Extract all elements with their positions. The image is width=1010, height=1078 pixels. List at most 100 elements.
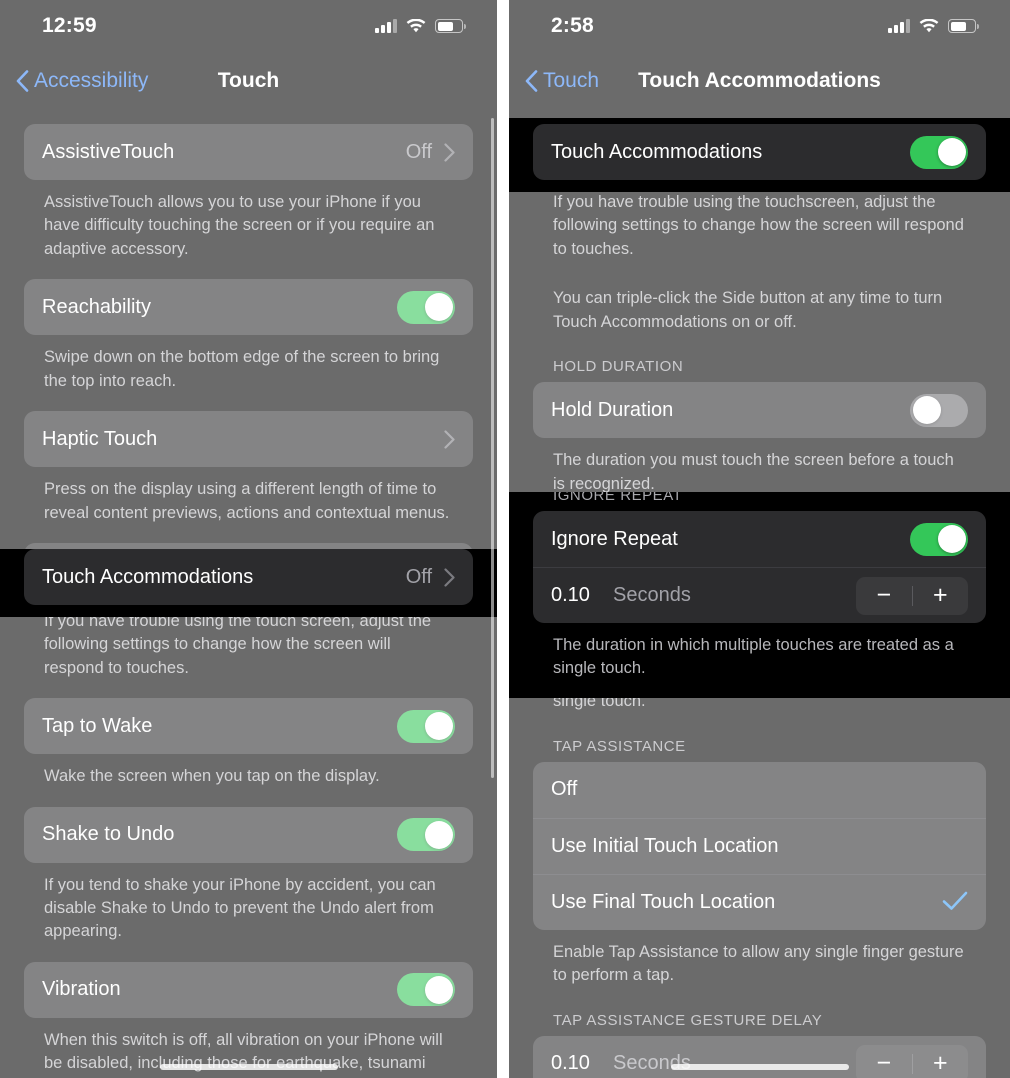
row-tap-assistance-off[interactable]: Off [533, 762, 986, 818]
wifi-icon [919, 18, 939, 34]
note-haptic-touch: Press on the display using a different l… [44, 480, 450, 522]
row-vibration[interactable]: Vibration [24, 962, 473, 1018]
group-header-tap-assistance: TAP ASSISTANCE [553, 737, 686, 755]
row-ignore-repeat-highlighted[interactable]: Ignore Repeat [533, 511, 986, 567]
cell-tap-assistance: Off Use Initial Touch Location Use Final… [533, 761, 986, 930]
row-touch-accommodations-master-highlighted[interactable]: Touch Accommodations [533, 124, 986, 180]
cell-tap-to-wake: Tap to Wake [24, 698, 473, 755]
cell-touch-accommodations-highlighted: Touch Accommodations Off [24, 549, 473, 605]
row-hold-duration[interactable]: Hold Duration [533, 382, 986, 438]
chevron-right-icon [444, 567, 455, 587]
status-clock: 2:58 [551, 14, 594, 37]
highlight-touch-accommodations-toggle: Touch Accommodations [509, 118, 1010, 192]
row-label: Shake to Undo [42, 823, 175, 846]
note-tap-assistance: Enable Tap Assistance to allow any singl… [553, 942, 964, 985]
row-label: Use Initial Touch Location [551, 834, 779, 857]
chevron-left-icon [525, 70, 538, 92]
comparison-screenshot: 12:59 Accessibility Touch AssistiveTouch… [0, 0, 1010, 1078]
row-label: AssistiveTouch [42, 140, 175, 163]
back-button-accessibility[interactable]: Accessibility [16, 69, 148, 93]
left-screen: 12:59 Accessibility Touch AssistiveTouch… [0, 0, 497, 1078]
note-reachability: Swipe down on the bottom edge of the scr… [44, 348, 440, 390]
cell-reachability: Reachability [24, 279, 473, 336]
cell-gesture-delay: 0.10 Seconds − + [533, 1035, 986, 1078]
left-nav-bar: Accessibility Touch [0, 52, 497, 110]
group-header-gesture-delay: TAP ASSISTANCE GESTURE DELAY [553, 1011, 823, 1029]
note-touch-accommodations-1: If you have trouble using the touchscree… [553, 193, 964, 258]
row-assistive-touch[interactable]: AssistiveTouch Off [24, 124, 473, 180]
toggle-shake-to-undo[interactable] [397, 818, 455, 852]
row-value: Off [405, 565, 432, 588]
back-button-label: Accessibility [34, 69, 149, 92]
chevron-left-icon [16, 70, 29, 92]
panel-gap [497, 0, 509, 1078]
back-button-touch[interactable]: Touch [525, 69, 599, 93]
row-tap-assistance-final[interactable]: Use Final Touch Location [533, 873, 986, 930]
chevron-right-icon [444, 430, 455, 449]
note-assistive-touch: AssistiveTouch allows you to use your iP… [44, 193, 435, 258]
toggle-tap-to-wake[interactable] [397, 709, 455, 743]
cell-assistive-touch: AssistiveTouch Off [24, 124, 473, 180]
toggle-vibration[interactable] [397, 973, 455, 1007]
back-button-label: Touch [543, 69, 600, 92]
note-tap-to-wake: Wake the screen when you tap on the disp… [44, 767, 380, 786]
row-shake-to-undo[interactable]: Shake to Undo [24, 807, 473, 863]
wifi-icon [406, 18, 426, 34]
row-label: Reachability [42, 295, 151, 318]
cell-ignore-repeat-highlighted: Ignore Repeat 0.10 Seconds − + [533, 511, 986, 623]
cell-hold-duration: Hold Duration [533, 382, 986, 439]
row-reachability[interactable]: Reachability [24, 279, 473, 335]
row-ignore-repeat-duration-highlighted: 0.10 Seconds − + [533, 567, 986, 623]
row-label: Tap to Wake [42, 714, 153, 737]
cell-shake-to-undo: Shake to Undo [24, 806, 473, 863]
status-clock: 12:59 [42, 14, 97, 37]
note-shake-to-undo: If you tend to shake your iPhone by acci… [44, 875, 436, 941]
ignore-repeat-number: 0.10 [551, 584, 590, 606]
stepper-ignore-repeat-highlighted[interactable]: − + [856, 576, 969, 615]
home-indicator [159, 1064, 338, 1070]
toggle-hold-duration[interactable] [910, 393, 968, 427]
row-label: Ignore Repeat [551, 527, 678, 550]
right-nav-bar: Touch Touch Accommodations [509, 52, 1010, 110]
note-touch-accommodations-2: You can triple-click the Side button at … [553, 289, 943, 331]
group-header-hold-duration: HOLD DURATION [553, 358, 684, 376]
home-indicator [670, 1064, 849, 1070]
row-label: Vibration [42, 978, 121, 1001]
row-touch-accommodations-highlighted[interactable]: Touch Accommodations Off [24, 549, 473, 605]
row-gesture-delay: 0.10 Seconds − + [533, 1036, 986, 1078]
minus-button[interactable]: − [856, 1045, 912, 1078]
toggle-touch-accommodations-highlighted[interactable] [910, 135, 968, 169]
battery-icon [948, 19, 979, 33]
highlight-touch-accommodations: Touch Accommodations Off [0, 549, 497, 617]
row-value: Off [405, 140, 432, 163]
gesture-delay-number: 0.10 [551, 1052, 590, 1075]
row-label: Use Final Touch Location [551, 890, 776, 913]
ignore-repeat-unit: Seconds [613, 584, 691, 606]
vertical-scrollbar[interactable] [491, 118, 494, 778]
row-haptic-touch[interactable]: Haptic Touch [24, 411, 473, 467]
toggle-ignore-repeat-highlighted[interactable] [910, 522, 968, 556]
right-status-bar: 2:58 [509, 0, 1010, 52]
chevron-right-icon [444, 142, 455, 162]
right-phone-panel: 2:58 Touch Touch Accommodations If you h… [509, 0, 1010, 1078]
status-icons [375, 18, 466, 34]
stepper-gesture-delay[interactable]: − + [856, 1044, 969, 1078]
left-status-bar: 12:59 [0, 0, 497, 52]
cellular-bars-icon [888, 19, 910, 33]
plus-button[interactable]: + [913, 1045, 969, 1078]
status-icons [888, 18, 979, 34]
note-hold-duration: The duration you must touch the screen b… [553, 451, 954, 493]
row-tap-to-wake[interactable]: Tap to Wake [24, 698, 473, 754]
cell-haptic-touch: Haptic Touch [24, 411, 473, 468]
toggle-reachability[interactable] [397, 290, 455, 324]
row-label: Haptic Touch [42, 427, 158, 450]
minus-button[interactable]: − [856, 577, 912, 615]
plus-button[interactable]: + [913, 577, 969, 615]
row-label: Touch Accommodations [42, 565, 254, 588]
checkmark-icon [942, 887, 968, 918]
row-tap-assistance-initial[interactable]: Use Initial Touch Location [533, 817, 986, 874]
highlight-ignore-repeat: IGNORE REPEAT Ignore Repeat 0.10 Seconds… [509, 492, 1010, 698]
left-phone-panel: 12:59 Accessibility Touch AssistiveTouch… [0, 0, 497, 1078]
cellular-bars-icon [375, 19, 397, 33]
group-header-ignore-repeat-highlighted: IGNORE REPEAT [553, 492, 683, 504]
